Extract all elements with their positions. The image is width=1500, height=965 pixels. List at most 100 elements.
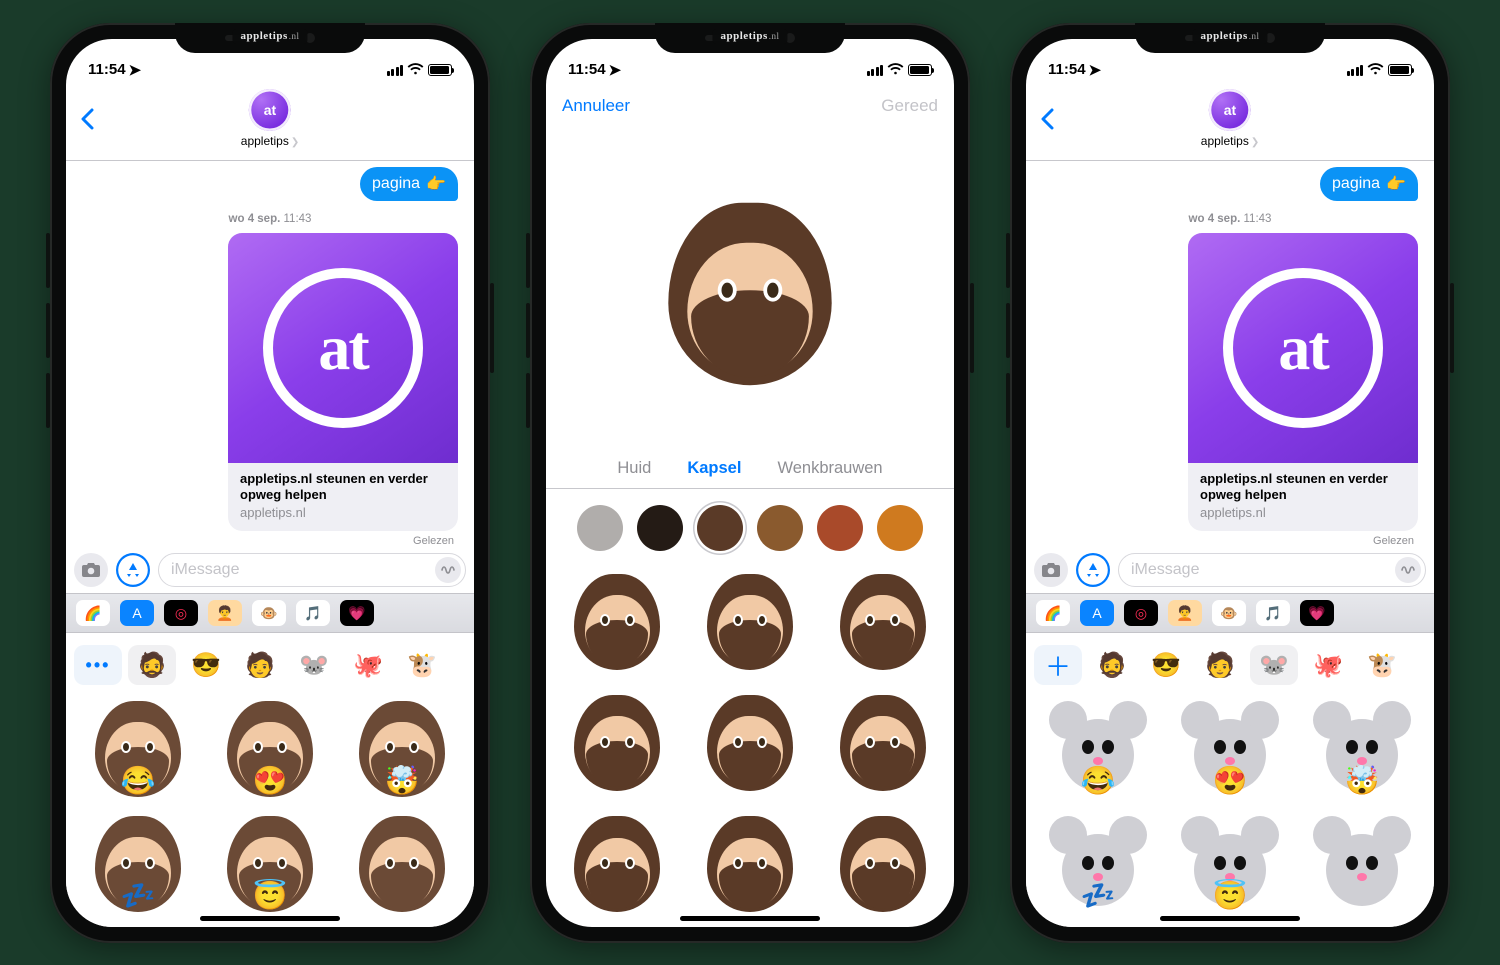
tab-memoji-2[interactable]: 😎 bbox=[1142, 645, 1190, 685]
hair-color-chestnut[interactable] bbox=[817, 505, 863, 551]
back-button[interactable] bbox=[76, 106, 98, 137]
mouse-neutral[interactable] bbox=[1298, 809, 1426, 920]
animoji-app[interactable]: 🐵 bbox=[1212, 600, 1246, 626]
pointing-right-emoji: 👉 bbox=[426, 174, 446, 194]
hair-short-2[interactable] bbox=[687, 807, 814, 922]
conversation-scroll[interactable]: pagina👉 wo 4 sep. 11:43 at appletips.nl … bbox=[1026, 161, 1434, 550]
home-indicator[interactable] bbox=[680, 916, 820, 921]
cancel-button[interactable]: Annuleer bbox=[562, 96, 630, 116]
hair-dreadlocks[interactable] bbox=[819, 686, 946, 801]
memoji-app[interactable]: 🧑‍🦱 bbox=[208, 600, 242, 626]
animoji-app[interactable]: 🐵 bbox=[252, 600, 286, 626]
music-app[interactable]: 🎵 bbox=[1256, 600, 1290, 626]
memoji-app[interactable]: 🧑‍🦱 bbox=[1168, 600, 1202, 626]
memoji-drawer[interactable]: •••🧔😎🧑🐭🐙🐮 😂 😍 🤯 💤 😇 bbox=[66, 633, 474, 926]
imessage-app-strip[interactable]: 🌈 A ◎ 🧑‍🦱 🐵 🎵 💗 bbox=[1026, 593, 1434, 633]
memoji-halo[interactable]: 😇 bbox=[206, 809, 334, 920]
hearts-app[interactable]: 💗 bbox=[1300, 600, 1334, 626]
done-button[interactable]: Gereed bbox=[881, 96, 938, 116]
hair-color-dark-brown[interactable] bbox=[697, 505, 743, 551]
app-store-button[interactable] bbox=[1076, 553, 1110, 587]
sent-message-bubble[interactable]: pagina👉 bbox=[1320, 167, 1418, 201]
tab-memoji-1[interactable]: 🧔 bbox=[1088, 645, 1136, 685]
tab-octopus[interactable]: 🐙 bbox=[344, 645, 392, 685]
message-input[interactable]: iMessage bbox=[158, 553, 466, 587]
memoji-tab-row[interactable]: ＋🧔😎🧑🐭🐙🐮 bbox=[1034, 643, 1426, 693]
contact-header[interactable]: at appletips❯ bbox=[241, 89, 299, 150]
editor-tab-huid[interactable]: Huid bbox=[617, 459, 651, 478]
mouse-sleep[interactable]: 💤 bbox=[1034, 809, 1162, 920]
watermark: appletips.nl bbox=[232, 29, 307, 44]
memoji-preview[interactable] bbox=[546, 129, 954, 459]
app-store[interactable]: A bbox=[120, 600, 154, 626]
tab-mouse[interactable]: 🐭 bbox=[1250, 645, 1298, 685]
hair-color-brown[interactable] bbox=[757, 505, 803, 551]
message-input[interactable]: iMessage bbox=[1118, 553, 1426, 587]
hair-long-wavy[interactable] bbox=[687, 565, 814, 680]
music-app[interactable]: 🎵 bbox=[296, 600, 330, 626]
activity-app[interactable]: ◎ bbox=[164, 600, 198, 626]
photos-app[interactable]: 🌈 bbox=[1036, 600, 1070, 626]
mouse-halo[interactable]: 😇 bbox=[1166, 809, 1294, 920]
back-button[interactable] bbox=[1036, 106, 1058, 137]
link-preview-card[interactable]: at appletips.nl steunen en verder opweg … bbox=[1188, 233, 1418, 532]
hair-short-1[interactable] bbox=[554, 807, 681, 922]
photos-app[interactable]: 🌈 bbox=[76, 600, 110, 626]
memoji-heart-eyes[interactable]: 😍 bbox=[206, 693, 334, 804]
link-domain: appletips.nl bbox=[1200, 505, 1406, 521]
link-preview-card[interactable]: at appletips.nl steunen en verder opweg … bbox=[228, 233, 458, 532]
hair-color-row[interactable] bbox=[546, 489, 954, 561]
battery-icon bbox=[428, 64, 452, 76]
memoji-mind-blown[interactable]: 🤯 bbox=[338, 693, 466, 804]
contact-header[interactable]: at appletips❯ bbox=[1201, 89, 1259, 150]
hair-long-tied[interactable] bbox=[819, 565, 946, 680]
hair-style-grid[interactable] bbox=[546, 561, 954, 926]
hair-color-ginger[interactable] bbox=[877, 505, 923, 551]
tab-cow[interactable]: 🐮 bbox=[1358, 645, 1406, 685]
tab-memoji-3[interactable]: 🧑 bbox=[236, 645, 284, 685]
tab-memoji-1[interactable]: 🧔 bbox=[128, 645, 176, 685]
hair-short-3[interactable] bbox=[819, 807, 946, 922]
hair-long-center[interactable] bbox=[554, 565, 681, 680]
animoji-sticker-grid[interactable]: 😂 😍 🤯 💤 😇 bbox=[1034, 693, 1426, 926]
memoji-sleep[interactable]: 💤 bbox=[74, 809, 202, 920]
cell-signal-icon bbox=[867, 65, 884, 76]
home-indicator[interactable] bbox=[1160, 916, 1300, 921]
app-store[interactable]: A bbox=[1080, 600, 1114, 626]
tab-octopus[interactable]: 🐙 bbox=[1304, 645, 1352, 685]
hearts-app[interactable]: 💗 bbox=[340, 600, 374, 626]
wifi-icon bbox=[1367, 62, 1384, 79]
editor-category-tabs[interactable]: Huid Kapsel Wenkbrauwen bbox=[546, 459, 954, 489]
memoji-tab-row[interactable]: •••🧔😎🧑🐭🐙🐮 bbox=[74, 643, 466, 693]
hair-color-black[interactable] bbox=[637, 505, 683, 551]
sent-message-bubble[interactable]: pagina 👉 bbox=[360, 167, 458, 201]
imessage-app-strip[interactable]: 🌈 A ◎ 🧑‍🦱 🐵 🎵 💗 bbox=[66, 593, 474, 633]
audio-message-button[interactable] bbox=[435, 557, 461, 583]
hair-long-side[interactable] bbox=[554, 686, 681, 801]
audio-message-button[interactable] bbox=[1395, 557, 1421, 583]
activity-app[interactable]: ◎ bbox=[1124, 600, 1158, 626]
mouse-heart-eyes[interactable]: 😍 bbox=[1166, 693, 1294, 804]
tab-memoji-3[interactable]: 🧑 bbox=[1196, 645, 1244, 685]
home-indicator[interactable] bbox=[200, 916, 340, 921]
battery-icon bbox=[908, 64, 932, 76]
app-store-button[interactable] bbox=[116, 553, 150, 587]
hair-color-gray[interactable] bbox=[577, 505, 623, 551]
mouse-mind-blown[interactable]: 🤯 bbox=[1298, 693, 1426, 804]
memoji-laugh-cry[interactable]: 😂 bbox=[74, 693, 202, 804]
camera-button[interactable] bbox=[1034, 553, 1068, 587]
editor-tab-wenkbrauwen[interactable]: Wenkbrauwen bbox=[777, 459, 882, 478]
memoji-neutral[interactable] bbox=[338, 809, 466, 920]
hair-long-shaggy[interactable] bbox=[687, 686, 814, 801]
more-button[interactable]: ••• bbox=[74, 645, 122, 685]
camera-button[interactable] bbox=[74, 553, 108, 587]
editor-tab-kapsel[interactable]: Kapsel bbox=[687, 459, 741, 478]
memoji-sticker-grid[interactable]: 😂 😍 🤯 💤 😇 bbox=[74, 693, 466, 926]
add-memoji-button[interactable]: ＋ bbox=[1034, 645, 1082, 685]
mouse-laugh-cry[interactable]: 😂 bbox=[1034, 693, 1162, 804]
animoji-drawer[interactable]: ＋🧔😎🧑🐭🐙🐮 😂 😍 🤯 💤 😇 bbox=[1026, 633, 1434, 926]
tab-mouse[interactable]: 🐭 bbox=[290, 645, 338, 685]
conversation-scroll[interactable]: pagina 👉 wo 4 sep. 11:43 at appletips.nl… bbox=[66, 161, 474, 550]
tab-memoji-2[interactable]: 😎 bbox=[182, 645, 230, 685]
tab-cow[interactable]: 🐮 bbox=[398, 645, 446, 685]
